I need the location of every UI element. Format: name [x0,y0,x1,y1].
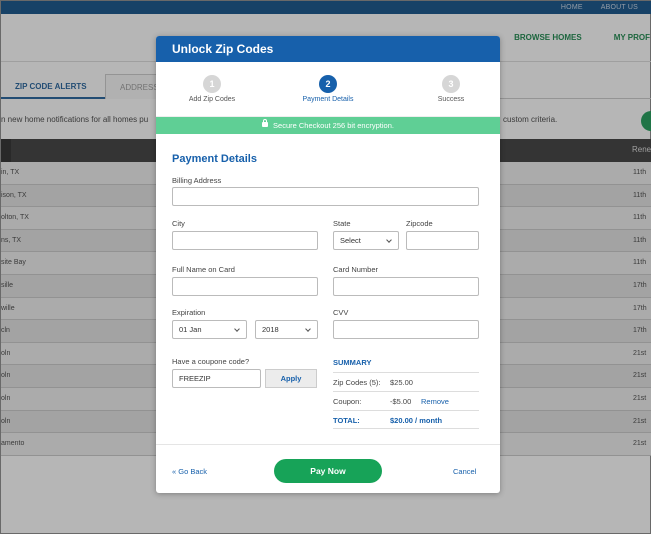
zipcode-input[interactable] [406,231,479,250]
cancel-link[interactable]: Cancel [453,467,476,476]
cvv-label: CVV [333,308,349,317]
step-success: 3 Success [411,75,491,103]
progress-steps: 1 Add Zip Codes 2 Payment Details 3 Succ… [156,62,500,117]
full-name-label: Full Name on Card [172,265,235,274]
card-number-label: Card Number [333,265,379,274]
card-number-input[interactable] [333,277,479,296]
state-label: State [333,219,351,228]
city-label: City [172,219,185,228]
summary-total-value: $20.00 / month [390,416,443,425]
billing-address-input[interactable] [172,187,479,206]
zipcode-label: Zipcode [406,219,433,228]
go-back-link[interactable]: « Go Back [172,467,207,476]
remove-coupon-link[interactable]: Remove [421,397,449,406]
summary-zip-codes-row: Zip Codes (5): $25.00 [333,372,479,391]
summary-total-row: TOTAL: $20.00 / month [333,410,479,429]
summary-coupon-label: Coupon: [333,397,362,406]
state-select[interactable]: Select [333,231,399,250]
summary-zip-codes-label: Zip Codes (5): [333,378,381,387]
summary-zip-codes-value: $25.00 [390,378,413,387]
modal-footer: « Go Back Pay Now Cancel [156,444,500,493]
full-name-input[interactable] [172,277,318,296]
cvv-input[interactable] [333,320,479,339]
expiration-month-select[interactable]: 01 Jan [172,320,247,339]
modal-title: Unlock Zip Codes [156,36,500,62]
step-add-zip-codes: 1 Add Zip Codes [172,75,252,103]
summary-coupon-row: Coupon: -$5.00 Remove [333,391,479,410]
coupon-label: Have a coupone code? [172,357,250,366]
apply-coupon-button[interactable]: Apply [265,369,317,388]
step-number: 1 [203,75,221,93]
step-number: 3 [442,75,460,93]
lock-icon [262,119,269,127]
city-input[interactable] [172,231,318,250]
billing-address-label: Billing Address [172,176,222,185]
pay-now-button[interactable]: Pay Now [274,459,382,483]
step-label: Payment Details [302,96,354,103]
summary-coupon-value: -$5.00 [390,397,412,406]
step-label: Add Zip Codes [188,96,236,103]
step-number: 2 [319,75,337,93]
summary-total-label: TOTAL: [333,416,360,425]
expiration-label: Expiration [172,308,206,317]
payment-details-title: Payment Details [172,153,257,165]
step-label: Success [437,96,465,103]
summary-title: SUMMARY [333,358,372,367]
secure-checkout-banner: Secure Checkout 256 bit encryption. [156,117,500,134]
step-payment-details: 2 Payment Details [288,75,368,103]
expiration-year-select[interactable]: 2018 [255,320,318,339]
unlock-zip-codes-modal: Unlock Zip Codes 1 Add Zip Codes 2 Payme… [156,36,500,493]
coupon-input[interactable]: FREEZIP [172,369,261,388]
secure-checkout-text: Secure Checkout 256 bit encryption. [273,121,394,130]
